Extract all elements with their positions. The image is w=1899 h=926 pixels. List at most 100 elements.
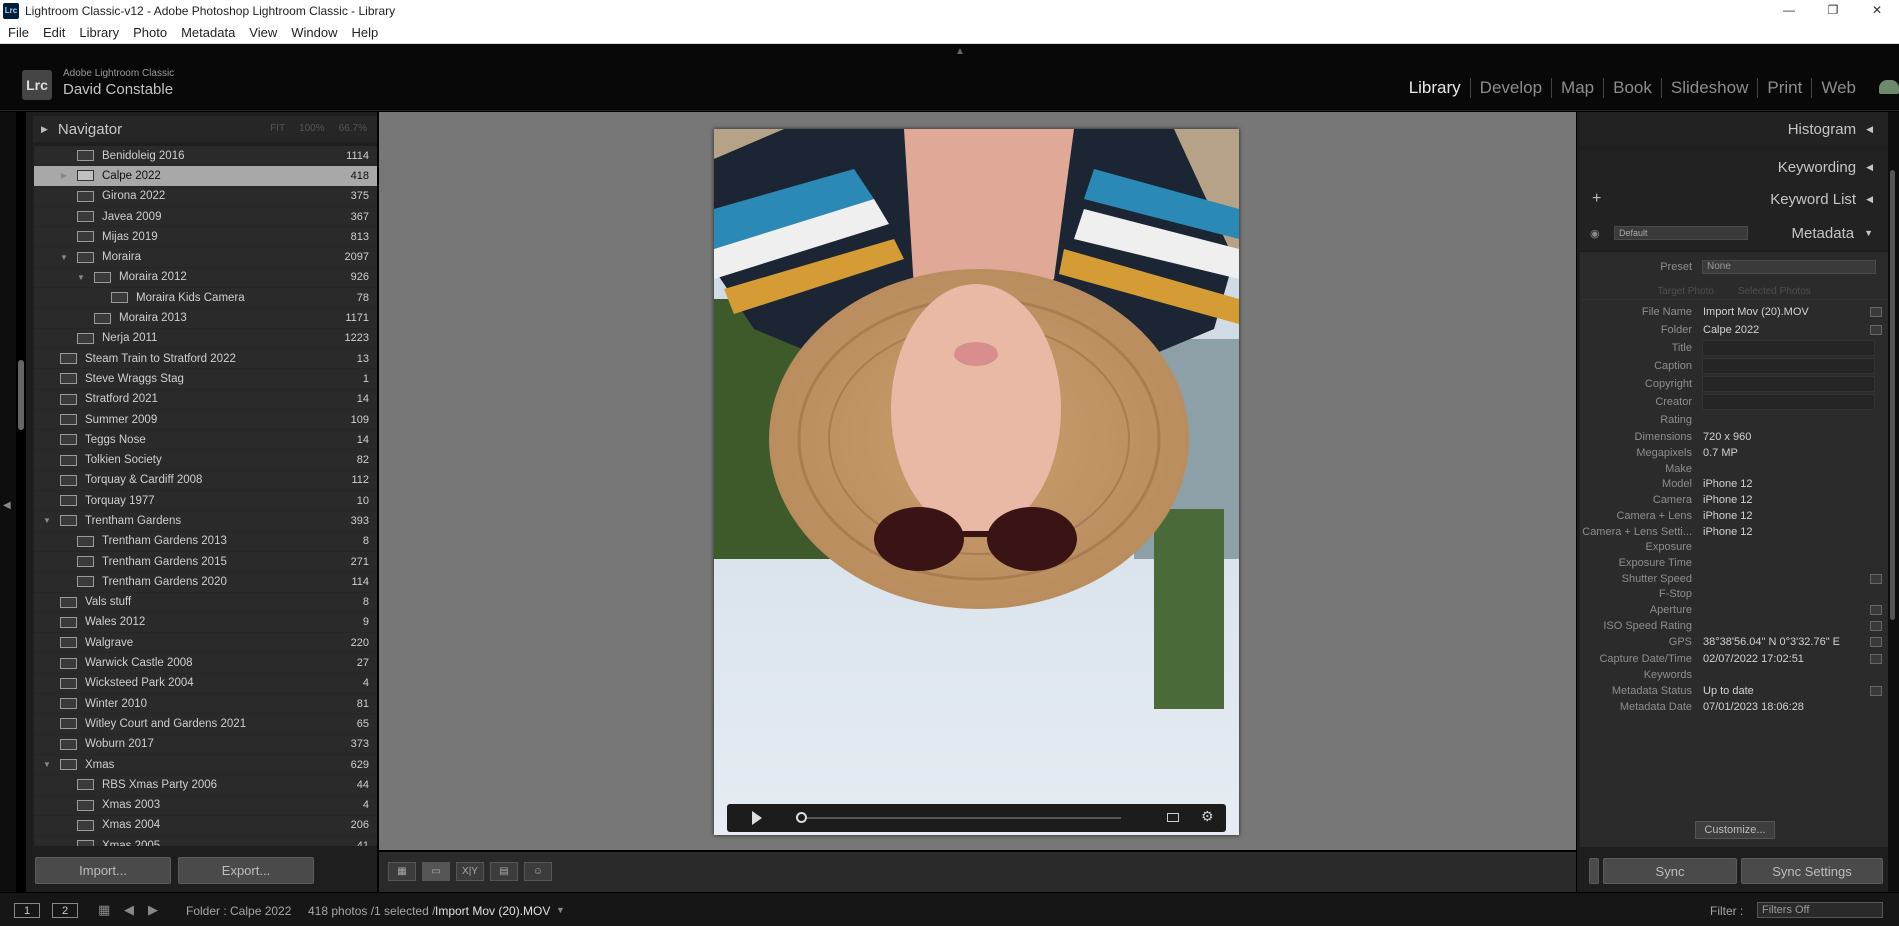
grid-view-icon[interactable]: ▦ xyxy=(388,862,416,881)
disclosure-triangle-icon[interactable]: ▼ xyxy=(42,516,52,525)
export-button[interactable]: Export... xyxy=(178,857,314,884)
metadata-input[interactable] xyxy=(1702,394,1875,410)
top-panel-toggle-icon[interactable]: ▲ xyxy=(955,46,965,57)
menu-edit[interactable]: Edit xyxy=(43,25,65,40)
folder-row[interactable]: Steam Train to Stratford 2022 13 xyxy=(34,349,377,370)
metadata-header[interactable]: ◉ Default Metadata ▼ xyxy=(1580,216,1888,250)
metadata-action-icon[interactable] xyxy=(1870,621,1882,631)
loupe-view-icon[interactable]: ▭ xyxy=(422,862,450,881)
folder-row[interactable]: Vals stuff 8 xyxy=(34,593,377,613)
folder-row[interactable]: Wales 2012 9 xyxy=(34,613,377,634)
folder-row[interactable]: RBS Xmas Party 2006 44 xyxy=(34,775,377,796)
metadata-value[interactable]: 07/01/2023 18:06:28 xyxy=(1703,701,1804,713)
target-photo-button[interactable]: Target Photo xyxy=(1657,286,1714,299)
metadata-input[interactable] xyxy=(1702,358,1875,374)
metadata-value[interactable]: Up to date xyxy=(1703,685,1754,697)
keyword-list-header[interactable]: + Keyword List ◀ xyxy=(1580,182,1888,216)
expand-triangle-icon[interactable]: ▼ xyxy=(1864,228,1873,238)
collapse-triangle-icon[interactable]: ◀ xyxy=(1866,124,1873,135)
metadata-value[interactable]: 02/07/2022 17:02:51 xyxy=(1703,653,1804,665)
metadata-action-icon[interactable] xyxy=(1870,574,1882,584)
minimize-icon[interactable]: — xyxy=(1767,0,1811,21)
folder-row[interactable]: Xmas 2004 206 xyxy=(34,816,377,837)
folder-row[interactable]: ▶ Calpe 2022 418 xyxy=(34,166,377,187)
folder-row[interactable]: Benidoleig 2016 1114 xyxy=(34,146,377,167)
compare-view-icon[interactable]: X|Y xyxy=(456,862,484,881)
frame-icon[interactable] xyxy=(1167,813,1179,822)
secondary-window-button[interactable]: 2 xyxy=(52,903,78,918)
folder-row[interactable]: ▼ Trentham Gardens 393 xyxy=(34,511,377,532)
folder-row[interactable]: Xmas 2003 4 xyxy=(34,796,377,816)
folder-row[interactable]: Girona 2022 375 xyxy=(34,187,377,207)
metadata-preset-select[interactable]: None xyxy=(1702,260,1876,274)
folder-row[interactable]: Steve Wraggs Stag 1 xyxy=(34,369,377,390)
metadata-value[interactable]: iPhone 12 xyxy=(1703,510,1753,522)
metadata-value[interactable]: 0.7 MP xyxy=(1703,447,1738,459)
right-scrollbar[interactable] xyxy=(1890,170,1895,620)
module-library[interactable]: Library xyxy=(1400,78,1471,98)
metadata-view-select[interactable]: Default xyxy=(1614,226,1748,240)
folder-row[interactable]: Trentham Gardens 2015 271 xyxy=(34,552,377,573)
metadata-value[interactable]: 38°38'56.04" N 0°3'32.76" E xyxy=(1703,636,1840,648)
folder-row[interactable]: Moraira 2013 1171 xyxy=(34,308,377,329)
selected-photos-button[interactable]: Selected Photos xyxy=(1738,286,1811,299)
folder-list[interactable]: Benidoleig 2016 1114 ▶ Calpe 2022 418 Girona … xyxy=(34,146,377,846)
video-preview[interactable] xyxy=(714,129,1239,835)
metadata-value[interactable]: Import Mov (20).MOV xyxy=(1703,306,1809,318)
folder-row[interactable]: ▼ Moraira 2097 xyxy=(34,247,377,268)
folder-row[interactable]: Woburn 2017 373 xyxy=(34,735,377,755)
folder-row[interactable]: Javea 2009 367 xyxy=(34,207,377,228)
module-web[interactable]: Web xyxy=(1812,78,1865,98)
zoom-100[interactable]: 100% xyxy=(299,123,325,134)
import-button[interactable]: Import... xyxy=(35,857,171,884)
folder-row[interactable]: Witley Court and Gardens 2021 65 xyxy=(34,714,377,735)
forward-arrow-icon[interactable]: ▶ xyxy=(148,902,158,918)
metadata-action-icon[interactable] xyxy=(1870,654,1882,664)
menu-library[interactable]: Library xyxy=(79,25,119,40)
close-icon[interactable]: ✕ xyxy=(1855,0,1899,21)
left-panel-edge[interactable]: ◀ xyxy=(0,112,16,892)
folder-row[interactable]: Trentham Gardens 2013 8 xyxy=(34,532,377,552)
folder-row[interactable]: Winter 2010 81 xyxy=(34,694,377,715)
histogram-header[interactable]: Histogram ◀ xyxy=(1580,112,1888,146)
menu-view[interactable]: View xyxy=(249,25,277,40)
back-arrow-icon[interactable]: ◀ xyxy=(124,902,134,918)
disclosure-triangle-icon[interactable]: ▼ xyxy=(76,273,86,282)
primary-window-button[interactable]: 1 xyxy=(14,903,40,918)
folder-row[interactable]: Trentham Gardens 2020 114 xyxy=(34,572,377,593)
navigator-header[interactable]: ▶ Navigator FIT 100% 66.7% xyxy=(33,116,377,142)
module-map[interactable]: Map xyxy=(1552,78,1605,98)
metadata-action-icon[interactable] xyxy=(1870,325,1882,335)
disclosure-triangle-icon[interactable]: ▼ xyxy=(42,760,52,769)
keywording-header[interactable]: Keywording ◀ xyxy=(1580,150,1888,184)
folder-row[interactable]: Nerja 2011 1223 xyxy=(34,329,377,349)
zoom-fit[interactable]: FIT xyxy=(270,123,285,134)
disclosure-triangle-icon[interactable]: ▶ xyxy=(59,171,69,180)
metadata-input[interactable] xyxy=(1702,340,1875,356)
selected-file-name[interactable]: Import Mov (20).MOV xyxy=(435,904,550,918)
play-icon[interactable] xyxy=(752,811,762,825)
filter-select[interactable]: Filters Off xyxy=(1757,902,1883,918)
metadata-action-icon[interactable] xyxy=(1870,307,1882,317)
customize-button[interactable]: Customize... xyxy=(1695,821,1775,839)
scrubber-handle[interactable] xyxy=(796,812,807,823)
metadata-input[interactable] xyxy=(1702,376,1875,392)
folder-row[interactable]: ▼ Moraira 2012 926 xyxy=(34,268,377,289)
folder-row[interactable]: ▼ Xmas 629 xyxy=(34,755,377,776)
left-scrollbar[interactable] xyxy=(18,360,24,430)
folder-row[interactable]: Torquay 1977 10 xyxy=(34,491,377,512)
metadata-action-icon[interactable] xyxy=(1870,686,1882,696)
eye-icon[interactable]: ◉ xyxy=(1590,227,1600,240)
folder-row[interactable]: Warwick Castle 2008 27 xyxy=(34,653,377,674)
people-view-icon[interactable]: ☺ xyxy=(524,862,552,881)
video-scrubber[interactable] xyxy=(801,817,1121,819)
menu-window[interactable]: Window xyxy=(291,25,337,40)
folder-row[interactable]: Moraira Kids Camera 78 xyxy=(34,288,377,309)
folder-row[interactable]: Wicksteed Park 2004 4 xyxy=(34,674,377,695)
folder-row[interactable]: Teggs Nose 14 xyxy=(34,430,377,451)
menu-file[interactable]: File xyxy=(8,25,29,40)
sync-button[interactable]: Sync xyxy=(1603,858,1737,884)
menu-metadata[interactable]: Metadata xyxy=(181,25,235,40)
menu-help[interactable]: Help xyxy=(352,25,379,40)
folder-row[interactable]: Torquay & Cardiff 2008 112 xyxy=(34,471,377,492)
